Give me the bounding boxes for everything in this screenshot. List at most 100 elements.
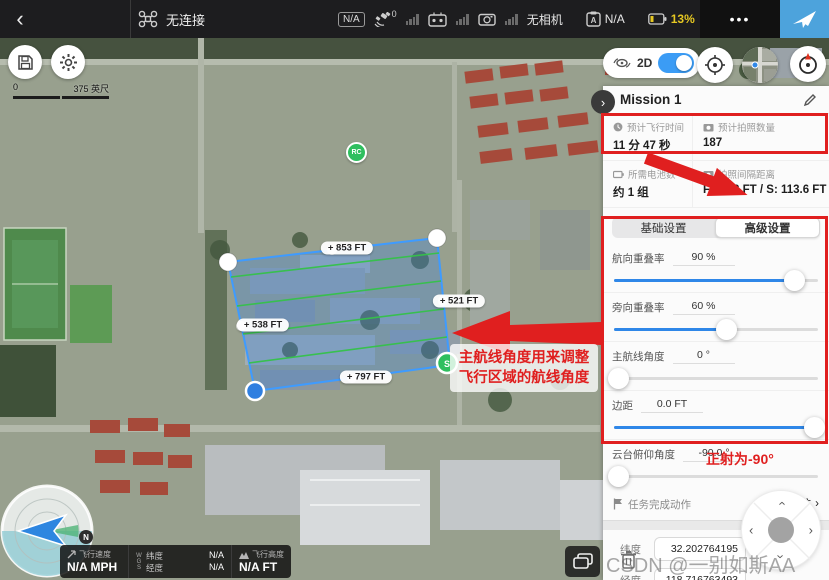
edit-mission-icon[interactable] (803, 93, 817, 107)
flag-icon (613, 498, 623, 510)
save-mission-button[interactable] (8, 45, 42, 79)
slider-track[interactable] (614, 475, 818, 478)
latitude-input[interactable]: 32.202764195 (654, 537, 746, 561)
slider-thumb[interactable] (608, 368, 629, 389)
rc-mode-status[interactable]: A N/A (586, 11, 625, 27)
stat-flight-time: 预计飞行时间 11 分 47 秒 (603, 114, 693, 161)
annotation-note: 主航线角度用来调整 飞行区域的航线角度 (450, 344, 598, 392)
minimap-button[interactable] (742, 47, 778, 83)
edge-length-label-right: + 521 FT (433, 295, 485, 308)
nudge-center-button[interactable] (768, 517, 794, 543)
finish-action-label: 任务完成动作 (628, 497, 691, 512)
camera-status-label: 无相机 (527, 11, 563, 28)
delete-point-button[interactable] (620, 550, 637, 574)
slider-track[interactable] (614, 328, 818, 331)
slider-value-field[interactable]: 0 ° (673, 348, 735, 364)
settings-button[interactable] (51, 45, 85, 79)
clock-icon (613, 122, 623, 132)
gps-status[interactable]: 0 (374, 12, 397, 27)
panel-collapse-handle[interactable]: › (591, 90, 615, 114)
slider-label: 主航线角度 (612, 349, 665, 364)
scale-zero-label: 0 (13, 82, 18, 95)
interval-icon (703, 170, 714, 179)
scale-distance-label: 375 英尺 (73, 82, 109, 95)
slider-track[interactable] (614, 279, 818, 282)
top-status-bar: ‹ 无连接 N/A 0 (0, 0, 829, 38)
back-button[interactable]: ‹ (0, 6, 40, 32)
telemetry-altitude: 飞行高度 N/A FT (231, 545, 291, 578)
tab-advanced-settings[interactable]: 高级设置 (715, 217, 820, 238)
gps-signal-bars (406, 13, 419, 25)
compass-icon (796, 52, 820, 76)
satellite-icon (374, 12, 391, 27)
wgs-label: WGS (136, 553, 142, 571)
slider-label: 边距 (612, 398, 633, 413)
slider-gimbal-pitch: 云台俯仰角度 -90.0 ° 正射为-90° (603, 440, 829, 478)
battery-status[interactable]: 13% (648, 12, 695, 26)
stat-photo-interval: 拍照间隔距离 F: 21.3 FT / S: 113.6 FT (693, 161, 829, 208)
slider-thumb[interactable] (804, 417, 825, 438)
photo-icon (703, 123, 714, 132)
slider-label: 云台俯仰角度 (612, 447, 675, 462)
gimbal-note-annotation: 正射为-90° (706, 449, 774, 469)
slider-value-field[interactable]: 90 % (673, 250, 735, 266)
camera-icon[interactable] (478, 12, 496, 26)
map-scale-bar: 0 375 英尺 (13, 82, 109, 99)
takeoff-button[interactable] (780, 0, 829, 38)
svg-text:A: A (590, 16, 596, 25)
crosshair-icon (704, 54, 726, 76)
nudge-down-button[interactable]: › (774, 554, 789, 558)
gear-icon (59, 53, 78, 72)
map-2d-toggle-pill: 2D (603, 48, 700, 78)
svg-text:N: N (83, 533, 89, 542)
slider-route-angle: 主航线角度 0 ° (603, 342, 829, 380)
slider-track[interactable] (614, 377, 818, 380)
selected-vertex-handle[interactable] (246, 382, 264, 400)
mode-2d-label: 2D (637, 56, 652, 70)
camera-signal-bars (505, 13, 518, 25)
battery-icon (648, 13, 667, 25)
slider-track[interactable] (614, 426, 818, 429)
airplane-icon (792, 9, 818, 29)
tab-basic-settings[interactable]: 基础设置 (612, 217, 715, 238)
mode-2d-switch[interactable] (658, 53, 694, 73)
compass-reset-button[interactable] (790, 46, 826, 82)
flight-mode-badge[interactable]: N/A (338, 12, 365, 27)
edge-length-label-left: + 538 FT (237, 319, 289, 332)
slider-value-field[interactable]: 0.0 FT (641, 397, 703, 413)
more-menu-button[interactable]: ••• (700, 0, 780, 38)
battery-percent: 13% (671, 12, 695, 26)
vertex-handle[interactable] (428, 229, 446, 247)
vertex-handle[interactable] (219, 253, 237, 271)
telemetry-bar: 飞行速度 N/A MPH WGS 纬度N/A 经度N/A 飞行高度 N/A FT (60, 545, 291, 578)
aircraft-connection-status: 无连接 (166, 10, 205, 29)
edge-length-label-bottom: + 797 FT (340, 371, 392, 384)
locate-button[interactable] (697, 47, 733, 83)
nudge-right-button[interactable]: › (809, 523, 813, 538)
layers-icon (573, 553, 593, 570)
slider-thumb[interactable] (608, 466, 629, 487)
rc-location-marker: RC (346, 142, 367, 163)
divider (130, 0, 131, 38)
nudge-dpad: › › › › (741, 490, 821, 570)
slider-label: 旁向重叠率 (612, 300, 665, 315)
satellite-count: 0 (392, 9, 397, 19)
nudge-left-button[interactable]: › (749, 523, 753, 538)
slider-label: 航向重叠率 (612, 251, 665, 266)
nudge-up-button[interactable]: › (774, 501, 789, 505)
minimap-thumbnail (742, 47, 778, 83)
telemetry-speed: 飞行速度 N/A MPH (60, 545, 128, 578)
slider-side-overlap: 旁向重叠率 60 % (603, 293, 829, 331)
app-window: S + 853 FT + 521 FT + 538 FT + 797 FT RC… (0, 0, 829, 580)
slider-thumb[interactable] (784, 270, 805, 291)
mission-stats: 预计飞行时间 11 分 47 秒 预计拍照数量 187 所需电池数 约 1 组 (603, 114, 829, 208)
remote-controller-icon[interactable] (428, 12, 447, 27)
mission-title: Mission 1 (620, 92, 682, 107)
trash-icon (620, 550, 637, 569)
stat-battery-count: 所需电池数 约 1 组 (603, 161, 693, 208)
slider-course-overlap: 航向重叠率 90 % (603, 244, 829, 282)
slider-thumb[interactable] (716, 319, 737, 340)
slider-value-field[interactable]: 60 % (673, 299, 735, 315)
map-layers-button[interactable] (565, 546, 600, 577)
longitude-input[interactable]: 118.716763493 (654, 568, 746, 580)
